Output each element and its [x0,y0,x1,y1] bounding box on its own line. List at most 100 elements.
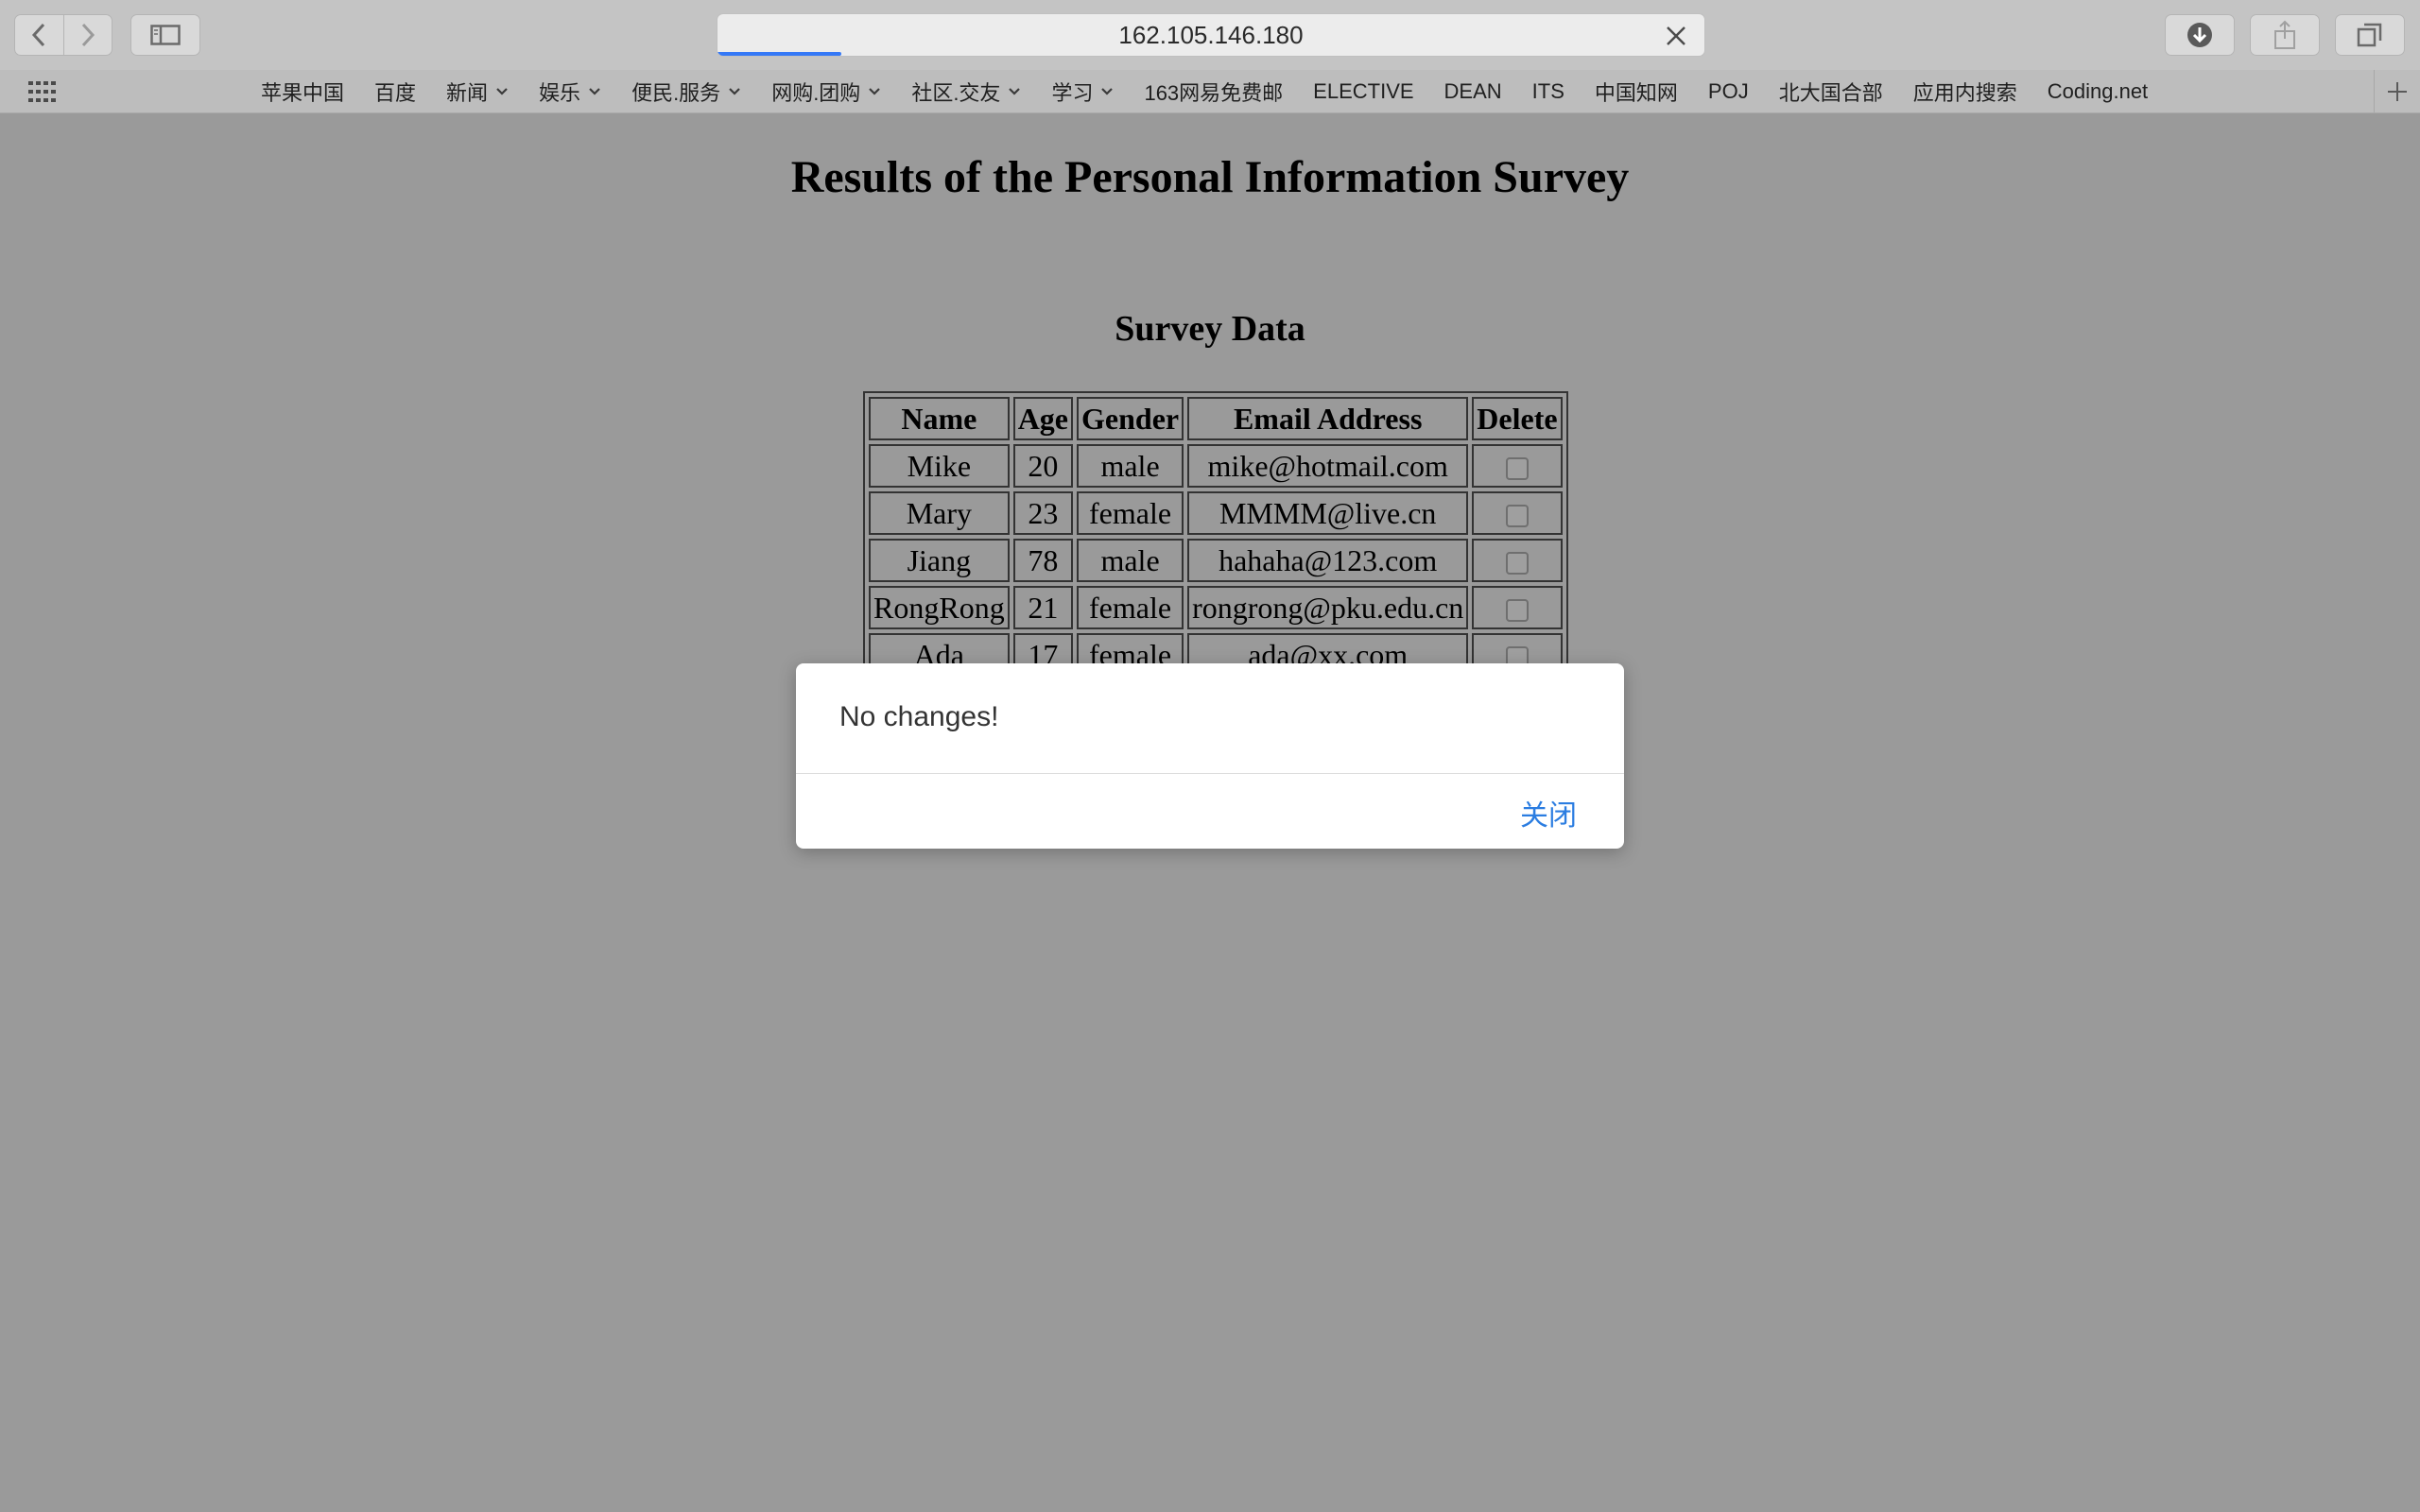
chevron-down-icon [1101,88,1114,95]
section-title: Survey Data [1115,309,1305,349]
bookmark-item[interactable]: Coding.net [2032,79,2163,104]
bookmark-item[interactable]: 中国知网 [1580,77,1693,107]
cell-name: Jiang [869,539,1010,582]
bookmark-item[interactable]: 新闻 [431,77,524,107]
bookmark-label: Coding.net [2047,79,2149,103]
survey-table: Name Age Gender Email Address Delete Mik… [863,391,1568,682]
table-header-row: Name Age Gender Email Address Delete [869,397,1563,440]
cell-age: 78 [1012,539,1073,582]
bookmark-label: ELECTIVE [1313,79,1414,103]
address-bar[interactable]: 162.105.146.180 [717,13,1705,57]
chevron-down-icon [869,88,881,95]
dialog-divider [796,773,1624,774]
cell-email: hahaha@123.com [1187,539,1469,582]
browser-toolbar: 162.105.146.180 [0,0,2420,70]
stop-loading-icon[interactable] [1665,25,1687,47]
cell-age: 20 [1012,444,1073,488]
close-button[interactable]: 关闭 [1520,792,1577,833]
bookmark-item[interactable]: 百度 [359,77,431,107]
bookmark-label: DEAN [1443,79,1502,103]
cell-delete [1472,539,1563,582]
cell-name: Mike [869,444,1010,488]
cell-delete [1472,444,1563,488]
table-row: Jiang 78 male hahaha@123.com [869,539,1563,582]
back-button[interactable] [15,15,63,55]
table-row: Mike 20 male mike@hotmail.com [869,444,1563,488]
chevron-down-icon [729,88,740,95]
bookmark-item[interactable]: 娱乐 [524,77,616,107]
bookmark-item[interactable]: 学习 [1036,77,1129,107]
bookmark-list: 苹果中国 百度 新闻 娱乐 便民.服务 网购.团购 社区.交友 学习 163网易免费邮 ELECT… [246,70,2163,113]
column-header-name: Name [869,397,1010,440]
bookmark-item[interactable]: 北大国合部 [1764,77,1898,107]
tabs-overview-button[interactable] [2335,14,2405,56]
bookmark-item[interactable]: ITS [1517,79,1580,104]
plus-icon [2388,82,2407,101]
sidebar-button[interactable] [130,14,200,56]
forward-button[interactable] [62,15,112,55]
nav-buttons [14,14,112,56]
apps-grid-icon[interactable] [28,81,57,102]
cell-name: RongRong [869,586,1010,629]
cell-email: MMMM@live.cn [1187,491,1469,535]
bookmark-label: 娱乐 [539,81,581,105]
bookmark-label: 中国知网 [1594,81,1678,105]
bookmark-label: 社区.交友 [911,81,1001,105]
column-header-gender: Gender [1077,397,1184,440]
chevron-right-icon [81,23,95,47]
column-header-age: Age [1012,397,1073,440]
delete-checkbox[interactable] [1505,505,1529,528]
bookmark-item[interactable]: POJ [1693,79,1764,104]
cell-gender: male [1077,539,1184,582]
cell-age: 21 [1012,586,1073,629]
sidebar-icon [150,25,181,45]
bookmark-item[interactable]: 苹果中国 [246,77,359,107]
cell-delete [1472,586,1563,629]
cell-email: mike@hotmail.com [1187,444,1469,488]
tabs-icon [2357,23,2382,47]
bookmark-item[interactable]: 应用内搜索 [1898,77,2032,107]
bookmark-label: 苹果中国 [261,81,345,105]
alert-message: No changes! [839,701,999,732]
new-tab-button[interactable] [2374,70,2420,113]
chevron-down-icon [496,88,508,95]
share-button[interactable] [2250,14,2320,56]
bookmark-label: 学习 [1051,81,1094,105]
chevron-left-icon [32,23,45,47]
delete-checkbox[interactable] [1505,599,1529,623]
chevron-down-icon [589,88,600,95]
bookmark-item[interactable]: 163网易免费邮 [1129,77,1298,107]
bookmark-item[interactable]: 便民.服务 [616,77,756,107]
bookmark-label: POJ [1707,79,1749,103]
cell-gender: female [1077,491,1184,535]
cell-age: 23 [1012,491,1073,535]
delete-checkbox[interactable] [1505,457,1529,481]
bookmark-item[interactable]: DEAN [1429,79,1517,104]
bookmarks-bar: 苹果中国 百度 新闻 娱乐 便民.服务 网购.团购 社区.交友 学习 163网易免费邮 ELECT… [0,70,2420,113]
download-icon [2187,23,2212,47]
bookmark-item[interactable]: 网购.团购 [756,77,896,107]
page-title: Results of the Personal Information Surv… [790,152,1630,202]
alert-dialog: No changes! 关闭 [796,663,1624,849]
cell-gender: male [1077,444,1184,488]
column-header-delete: Delete [1472,397,1563,440]
cell-email: rongrong@pku.edu.cn [1187,586,1469,629]
downloads-button[interactable] [2165,14,2235,56]
bookmark-label: 百度 [374,81,417,105]
bookmark-label: 新闻 [446,81,489,105]
column-header-email: Email Address [1187,397,1469,440]
bookmark-item[interactable]: ELECTIVE [1298,79,1428,104]
url-text[interactable]: 162.105.146.180 [717,14,1704,56]
bookmark-label: 网购.团购 [771,81,861,105]
cell-delete [1472,491,1563,535]
table-row: Mary 23 female MMMM@live.cn [869,491,1563,535]
bookmark-label: 便民.服务 [631,81,721,105]
cell-gender: female [1077,586,1184,629]
page-load-progress [717,52,841,56]
cell-name: Mary [869,491,1010,535]
bookmark-label: 应用内搜索 [1912,81,2017,105]
bookmark-label: 163网易免费邮 [1144,81,1284,105]
table-row: RongRong 21 female rongrong@pku.edu.cn [869,586,1563,629]
delete-checkbox[interactable] [1505,552,1529,576]
bookmark-item[interactable]: 社区.交友 [896,77,1036,107]
